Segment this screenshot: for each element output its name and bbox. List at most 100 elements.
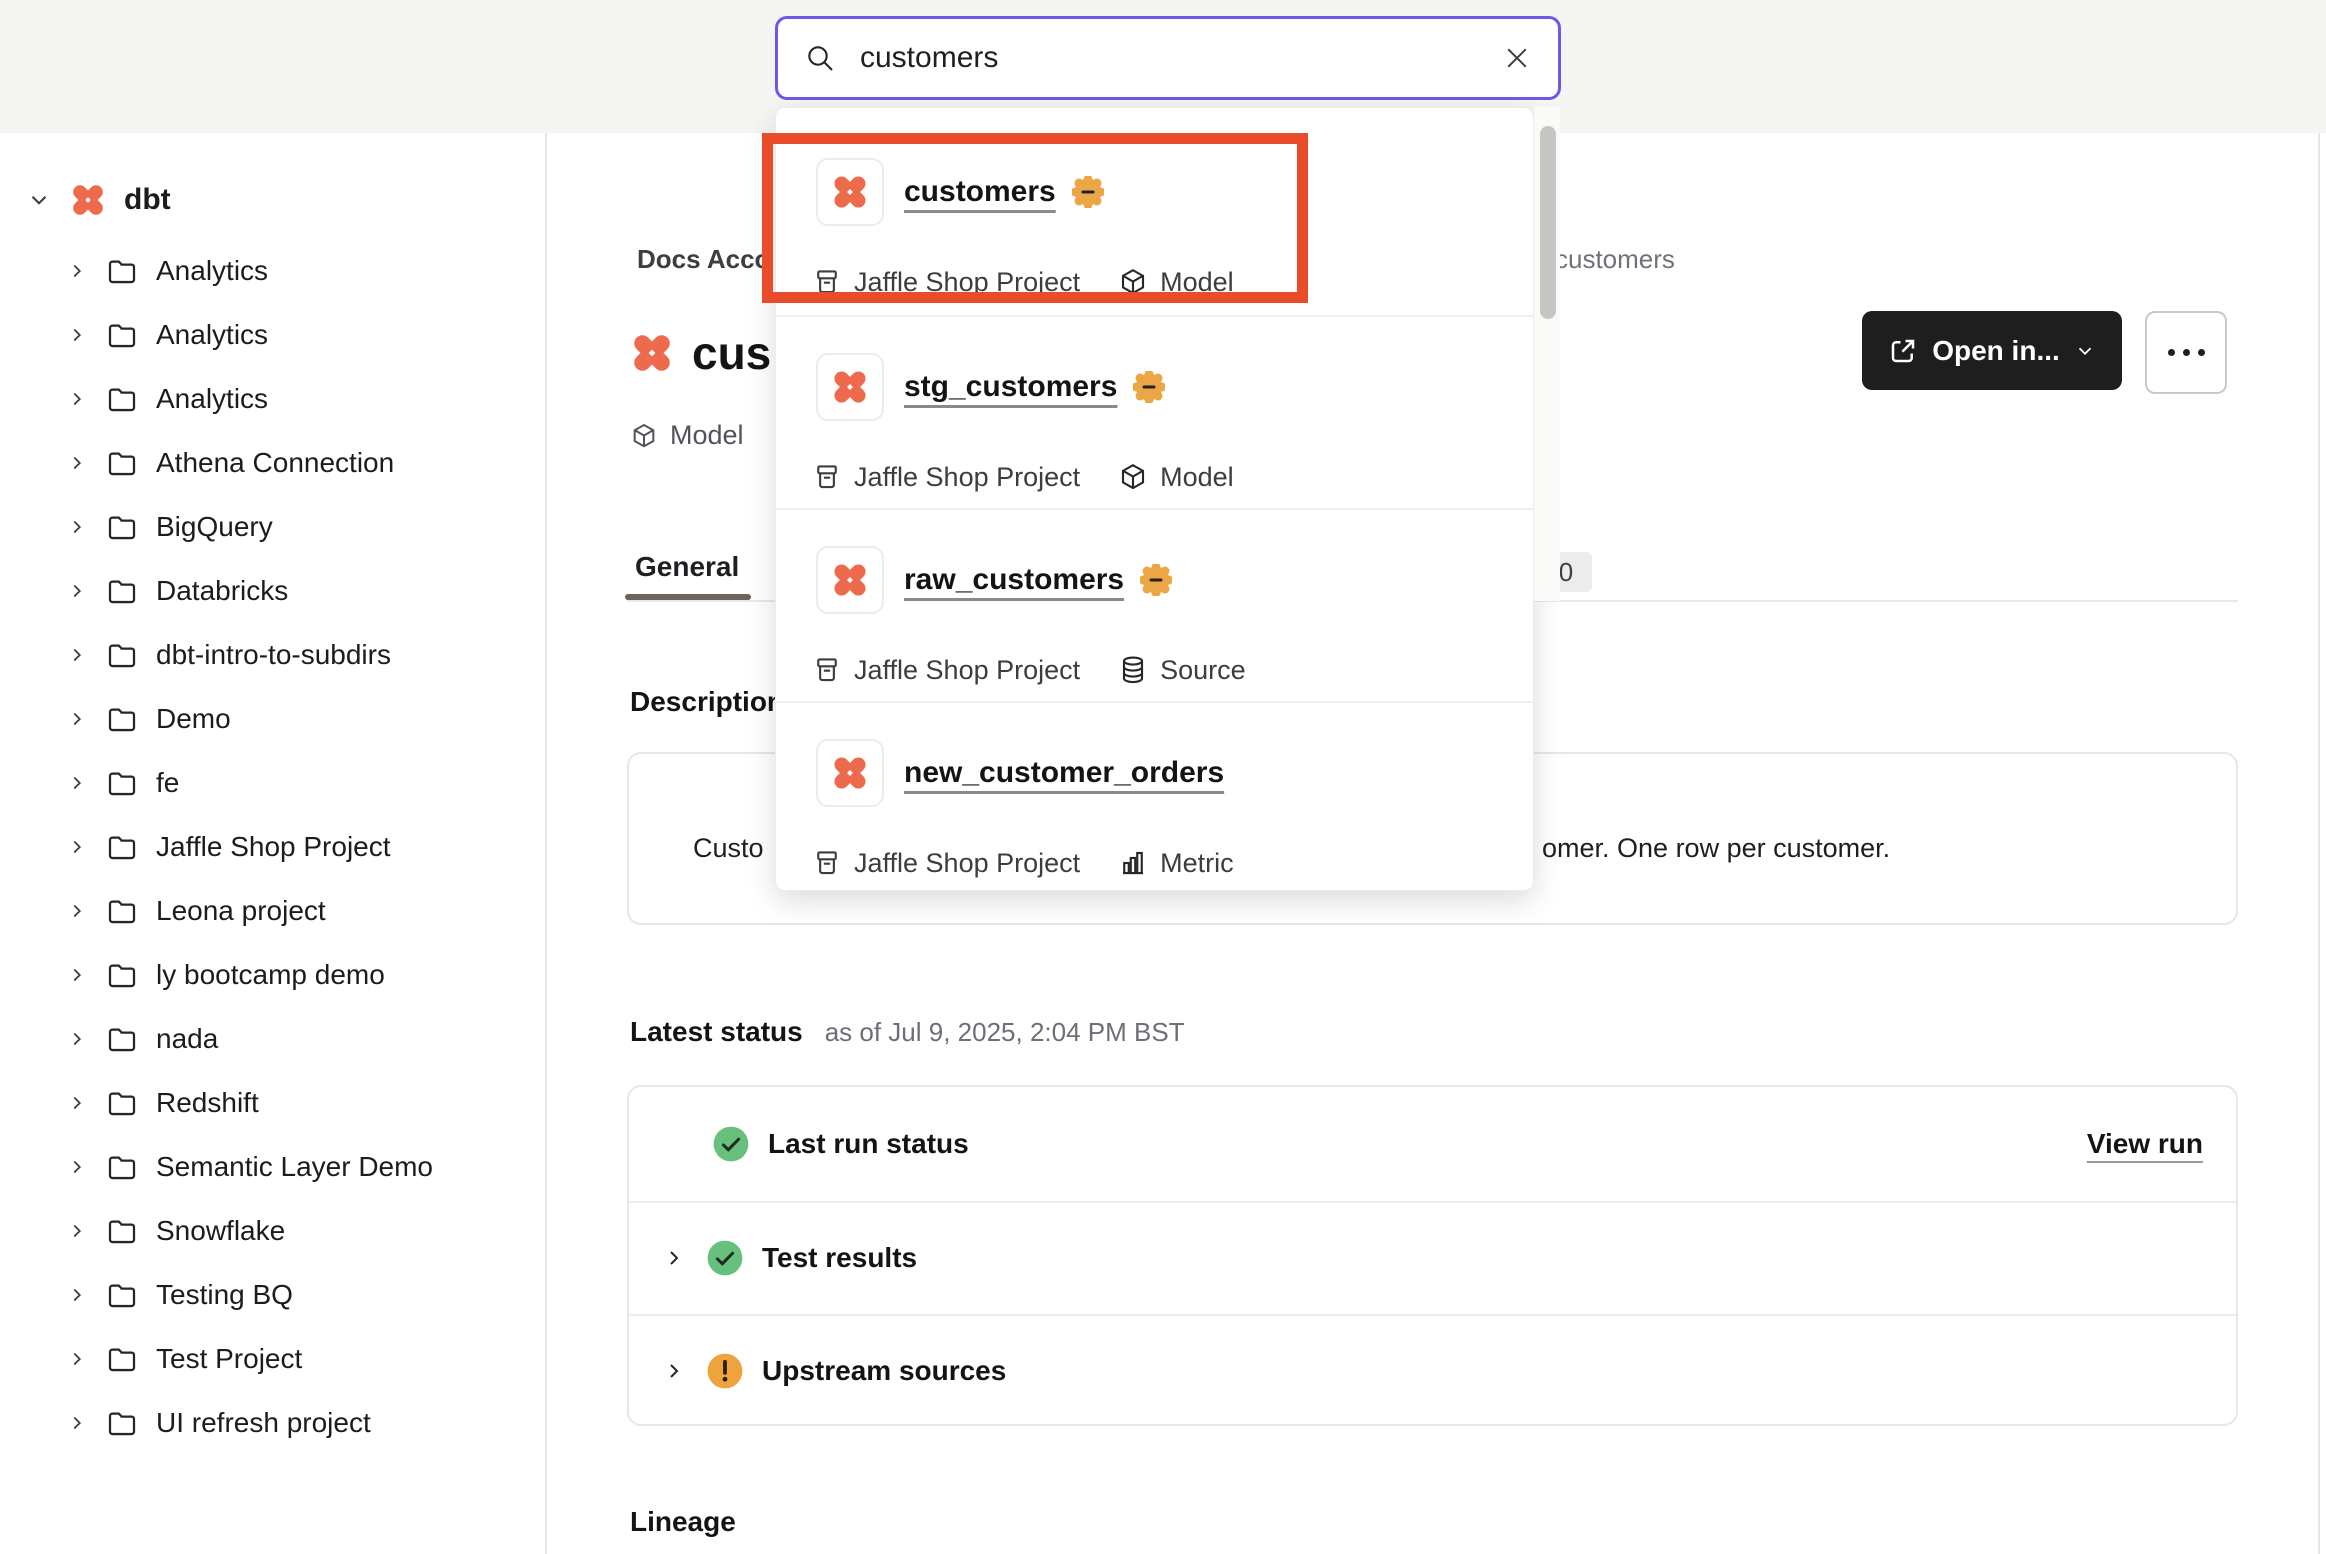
description-text-left: Custo: [693, 833, 764, 864]
page-scrollbar-track[interactable]: [2318, 133, 2320, 1554]
sidebar-item[interactable]: Testing BQ: [66, 1273, 293, 1317]
result-project: Jaffle Shop Project: [854, 848, 1080, 879]
sidebar-item[interactable]: fe: [66, 761, 179, 805]
sidebar-item[interactable]: Jaffle Shop Project: [66, 825, 391, 869]
dropdown-scrollbar-thumb[interactable]: [1540, 126, 1556, 319]
chevron-right-icon[interactable]: [66, 772, 88, 794]
result-type: Metric: [1160, 848, 1234, 879]
sidebar-item[interactable]: Test Project: [66, 1337, 302, 1381]
search-result-stg-customers[interactable]: stg_customers Jaffle Shop Project Model: [776, 315, 1533, 508]
result-tile: [816, 739, 884, 807]
folder-icon: [106, 1087, 138, 1119]
warning-exclamation-icon: [706, 1352, 744, 1390]
status-row-label: Test results: [762, 1242, 917, 1274]
sidebar-item[interactable]: Athena Connection: [66, 441, 394, 485]
view-run-link[interactable]: View run: [2087, 1128, 2203, 1160]
global-search-box[interactable]: [775, 16, 1561, 100]
folder-icon: [106, 959, 138, 991]
folder-icon: [106, 575, 138, 607]
folder-icon: [106, 383, 138, 415]
chevron-right-icon[interactable]: [66, 708, 88, 730]
sidebar-item-dbt-root[interactable]: dbt: [26, 178, 171, 222]
sidebar-item[interactable]: ly bootcamp demo: [66, 953, 385, 997]
breadcrumb[interactable]: Docs Acco: [637, 244, 770, 275]
clear-search-icon[interactable]: [1502, 43, 1532, 73]
description-text-right: omer. One row per customer.: [1542, 833, 1890, 864]
search-result-raw-customers[interactable]: raw_customers Jaffle Shop Project Source: [776, 508, 1533, 701]
chevron-right-icon[interactable]: [66, 644, 88, 666]
more-actions-button[interactable]: [2145, 311, 2227, 394]
sidebar-item[interactable]: Analytics: [66, 249, 268, 293]
open-in-button[interactable]: Open in...: [1862, 311, 2122, 390]
chevron-right-icon[interactable]: [662, 1246, 686, 1270]
search-input[interactable]: [858, 40, 1502, 76]
folder-icon: [106, 1279, 138, 1311]
dbt-logo-icon: [829, 752, 871, 794]
chevron-right-icon[interactable]: [66, 452, 88, 474]
sidebar-item-label: dbt-intro-to-subdirs: [156, 639, 391, 671]
chevron-right-icon[interactable]: [66, 324, 88, 346]
sidebar-item[interactable]: Analytics: [66, 377, 268, 421]
sidebar-item[interactable]: UI refresh project: [66, 1401, 371, 1445]
chevron-right-icon[interactable]: [66, 580, 88, 602]
chevron-right-icon[interactable]: [66, 1156, 88, 1178]
status-row-test-results[interactable]: Test results: [629, 1203, 2236, 1313]
sidebar-item-label: Athena Connection: [156, 447, 394, 479]
search-icon: [804, 42, 836, 74]
sidebar-item-label: nada: [156, 1023, 218, 1055]
success-check-icon: [712, 1125, 750, 1163]
folder-icon: [106, 319, 138, 351]
sidebar-item[interactable]: Leona project: [66, 889, 326, 933]
result-name[interactable]: new_customer_orders: [904, 756, 1224, 790]
status-row-upstream-sources[interactable]: Upstream sources: [629, 1316, 2236, 1426]
chevron-right-icon[interactable]: [66, 1284, 88, 1306]
folder-icon: [106, 703, 138, 735]
chevron-right-icon[interactable]: [66, 964, 88, 986]
dbt-logo-icon: [68, 180, 108, 220]
chevron-right-icon[interactable]: [66, 1028, 88, 1050]
sidebar-item[interactable]: Redshift: [66, 1081, 259, 1125]
status-card: Last run status View run Test results Up…: [627, 1085, 2238, 1426]
search-result-new-customer-orders[interactable]: new_customer_orders Jaffle Shop Project …: [776, 701, 1533, 894]
chevron-right-icon[interactable]: [66, 836, 88, 858]
result-name[interactable]: stg_customers: [904, 370, 1117, 404]
sidebar-item-label: Analytics: [156, 383, 268, 415]
latest-status-row: Latest status as of Jul 9, 2025, 2:04 PM…: [630, 1016, 1185, 1048]
sidebar-item-label: Test Project: [156, 1343, 302, 1375]
chevron-right-icon[interactable]: [662, 1359, 686, 1383]
sidebar-item-label: Jaffle Shop Project: [156, 831, 391, 863]
chevron-right-icon[interactable]: [66, 1092, 88, 1114]
chevron-right-icon[interactable]: [66, 388, 88, 410]
chevron-right-icon[interactable]: [66, 1220, 88, 1242]
sidebar-item[interactable]: Analytics: [66, 313, 268, 357]
chevron-right-icon[interactable]: [66, 260, 88, 282]
sidebar-item-label: Databricks: [156, 575, 288, 607]
latest-status-asof: as of Jul 9, 2025, 2:04 PM BST: [825, 1017, 1185, 1048]
sidebar-item[interactable]: Snowflake: [66, 1209, 285, 1253]
folder-icon: [106, 639, 138, 671]
sidebar-item[interactable]: dbt-intro-to-subdirs: [66, 633, 391, 677]
sidebar-item[interactable]: Databricks: [66, 569, 288, 613]
sidebar-item[interactable]: Semantic Layer Demo: [66, 1145, 433, 1189]
sidebar-item[interactable]: BigQuery: [66, 505, 273, 549]
chevron-right-icon[interactable]: [66, 1348, 88, 1370]
result-name[interactable]: raw_customers: [904, 563, 1124, 597]
chevron-right-icon[interactable]: [66, 1412, 88, 1434]
sidebar-item-label: BigQuery: [156, 511, 273, 543]
result-project: Jaffle Shop Project: [854, 655, 1080, 686]
sidebar-item[interactable]: Demo: [66, 697, 231, 741]
sidebar-item[interactable]: nada: [66, 1017, 218, 1061]
tab-general[interactable]: General: [635, 551, 739, 583]
chevron-right-icon[interactable]: [66, 900, 88, 922]
open-in-label: Open in...: [1932, 335, 2060, 367]
folder-icon: [106, 831, 138, 863]
chevron-down-icon[interactable]: [26, 187, 52, 213]
annotation-highlight-box: [762, 133, 1308, 303]
page-title-row: cus: [628, 326, 771, 380]
sidebar-item-label: Demo: [156, 703, 231, 735]
folder-icon: [106, 1151, 138, 1183]
model-cube-icon: [1118, 462, 1148, 492]
chevron-right-icon[interactable]: [66, 516, 88, 538]
lineage-heading: Lineage: [630, 1506, 736, 1538]
status-row-label: Last run status: [768, 1128, 969, 1160]
